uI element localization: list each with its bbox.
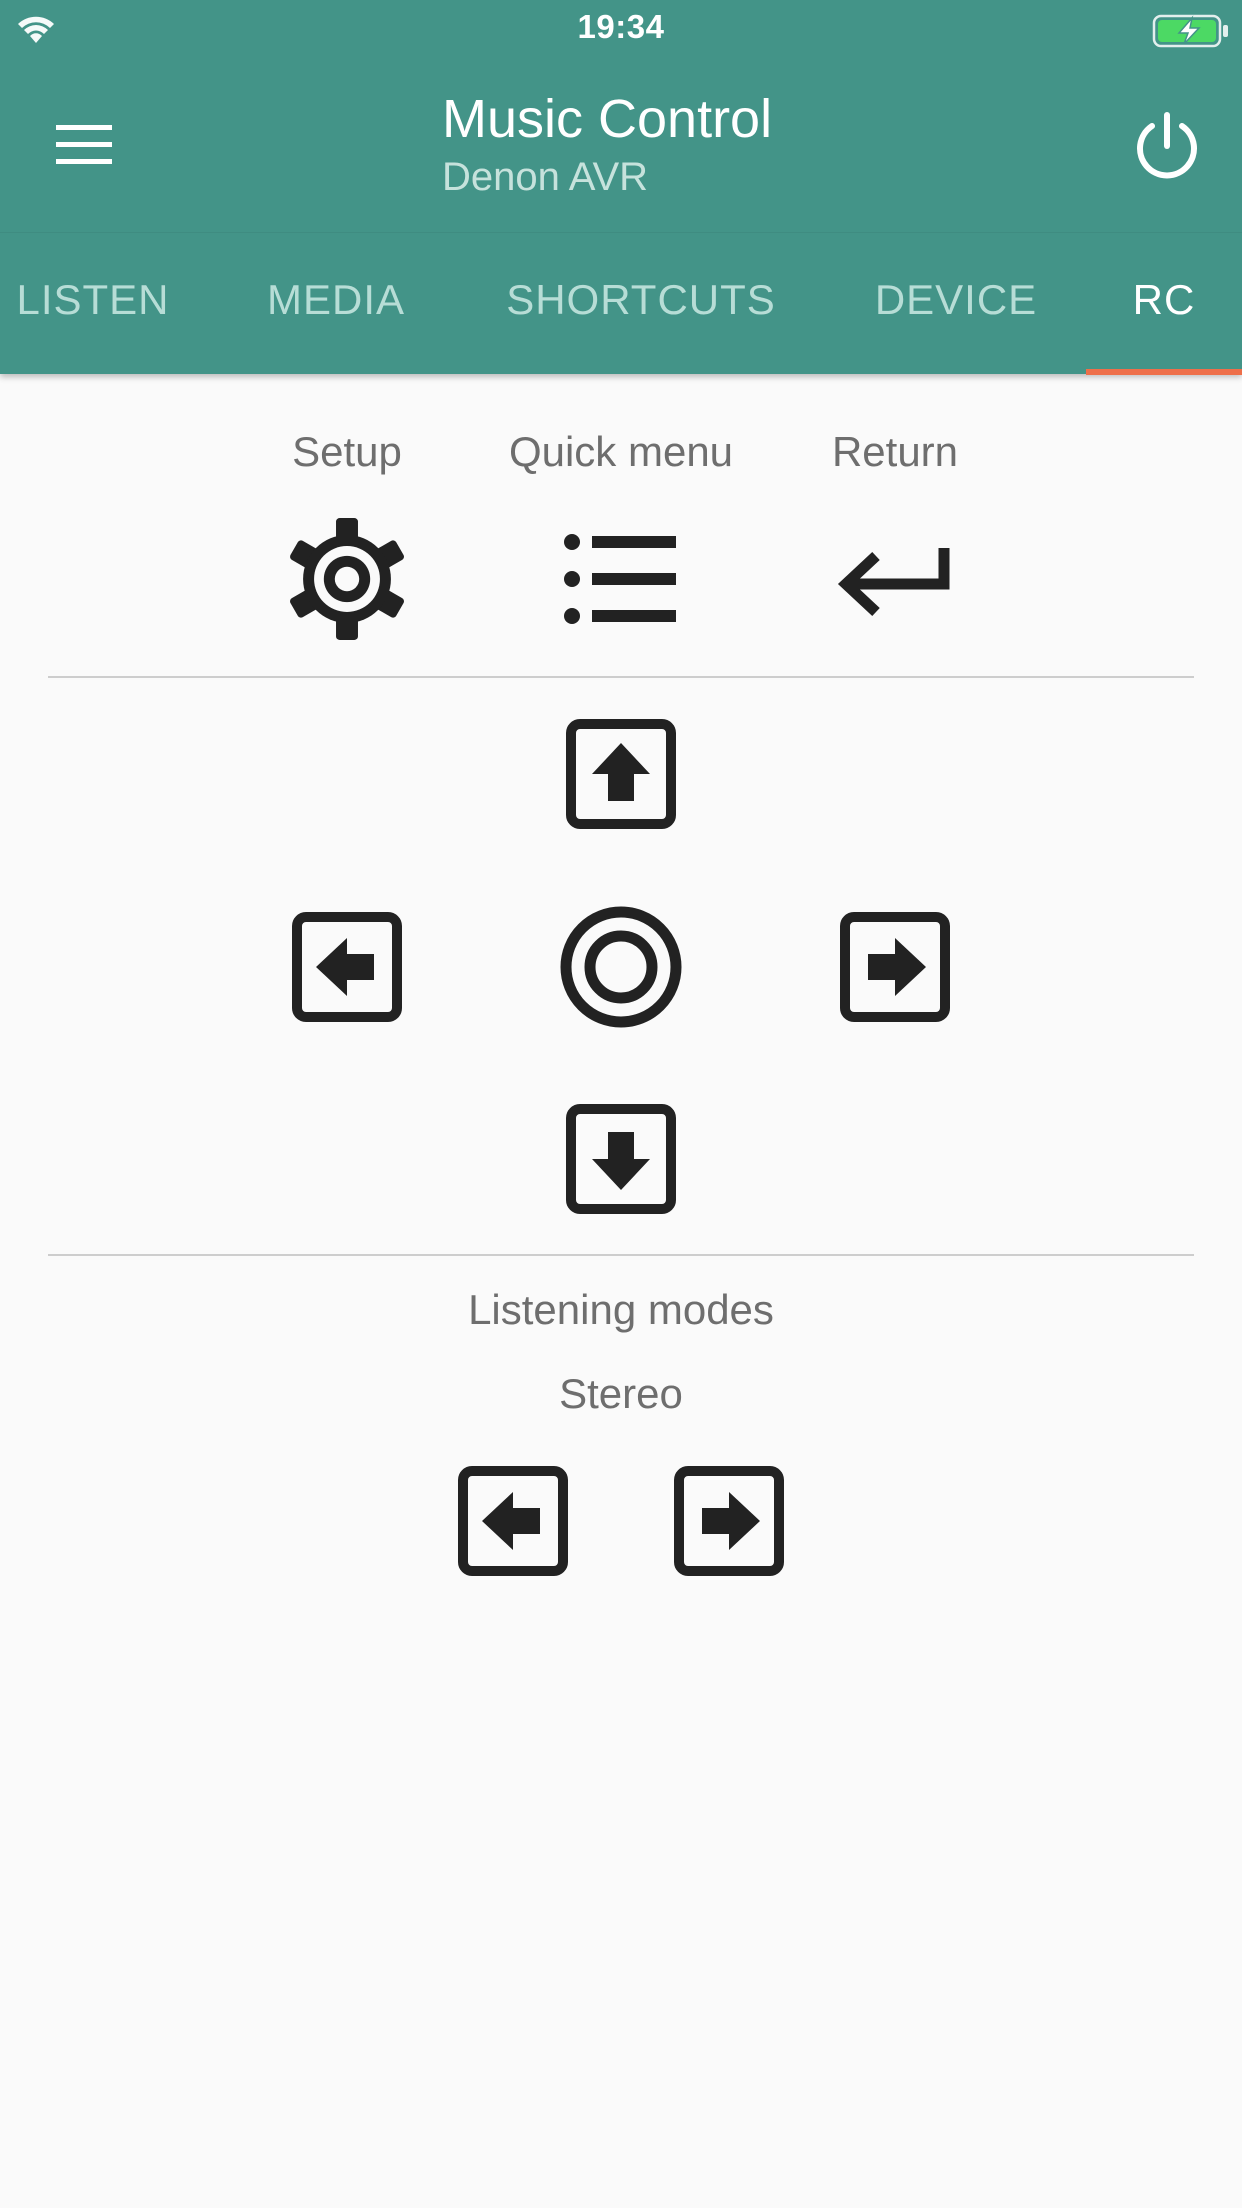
arrow-up-box-icon[interactable]	[566, 719, 676, 829]
tab-media[interactable]: MEDIA	[256, 233, 416, 375]
battery-charging-icon	[1152, 14, 1228, 48]
app-title: Music Control	[442, 89, 773, 149]
tab-bar: LISTEN MEDIA SHORTCUTS DEVICE RC	[0, 232, 1242, 375]
listening-mode-prev-icon[interactable]	[458, 1466, 568, 1576]
arrow-left-box-icon[interactable]	[292, 912, 402, 1022]
app-subtitle: Denon AVR	[442, 155, 649, 199]
title-block: Music Control Denon AVR	[442, 84, 772, 200]
tab-rc[interactable]: RC	[1086, 233, 1242, 375]
arrow-down-box-icon[interactable]	[566, 1104, 676, 1214]
return-label: Return	[831, 428, 959, 475]
list-icon[interactable]	[564, 534, 676, 624]
power-icon[interactable]	[1130, 110, 1204, 184]
radio-button-icon[interactable]	[559, 905, 683, 1029]
tab-listen[interactable]: LISTEN	[0, 233, 186, 375]
app-bar: 19:34 Music Control Denon AVR LISTEN MED…	[0, 0, 1242, 375]
quick-menu-label: Quick menu	[508, 428, 734, 475]
gear-icon[interactable]	[286, 518, 408, 640]
listening-mode-next-icon[interactable]	[674, 1466, 784, 1576]
active-tab-indicator	[1086, 369, 1242, 375]
divider-bottom	[48, 1254, 1194, 1256]
hamburger-menu-icon[interactable]	[40, 116, 128, 174]
divider-top	[48, 676, 1194, 678]
arrow-right-box-icon[interactable]	[840, 912, 950, 1022]
tab-device[interactable]: DEVICE	[860, 233, 1052, 375]
rc-panel: Setup Quick menu Return Listening modes …	[0, 374, 1242, 2208]
setup-label: Setup	[292, 428, 402, 475]
status-time: 19:34	[577, 8, 665, 45]
return-arrow-icon[interactable]	[834, 542, 954, 622]
listening-modes-title: Listening modes	[468, 1286, 774, 1333]
listening-mode-value: Stereo	[559, 1370, 683, 1417]
status-bar: 19:34	[0, 0, 1242, 60]
tab-shortcuts[interactable]: SHORTCUTS	[490, 233, 792, 375]
